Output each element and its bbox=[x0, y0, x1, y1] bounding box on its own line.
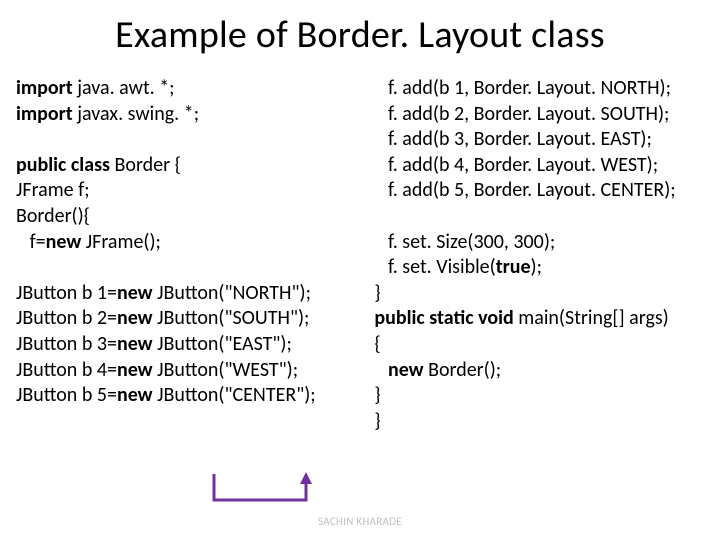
code-token: JButton b 2= bbox=[16, 306, 117, 330]
code-token: import bbox=[16, 76, 73, 100]
code-token: new bbox=[388, 358, 424, 382]
code-token: javax. swing. *; bbox=[73, 102, 199, 126]
slide-footer: SACHIN KHARADE bbox=[0, 515, 720, 528]
code-token: ); bbox=[531, 255, 542, 279]
code-token: f. add(b 5, Border. Layout. CENTER); bbox=[374, 178, 675, 202]
code-token: JButton b 4= bbox=[16, 358, 117, 382]
code-line: JButton b 1=new JButton("NORTH"); bbox=[16, 281, 374, 307]
code-line: f. add(b 3, Border. Layout. EAST); bbox=[374, 127, 712, 153]
code-token: JFrame(); bbox=[81, 230, 161, 254]
code-token: } bbox=[374, 409, 380, 433]
code-line: { bbox=[374, 332, 712, 358]
code-token: f. set. Visible( bbox=[374, 255, 495, 279]
code-token: JButton b 5= bbox=[16, 383, 117, 407]
code-token: true bbox=[496, 255, 531, 279]
code-token: Border { bbox=[115, 153, 181, 177]
code-token: JButton("SOUTH"); bbox=[153, 306, 310, 330]
code-line: } bbox=[374, 409, 712, 435]
code-token: java. awt. *; bbox=[73, 76, 175, 100]
code-token: JButton("EAST"); bbox=[153, 332, 292, 356]
code-line: JButton b 4=new JButton("WEST"); bbox=[16, 358, 374, 384]
code-right-column: f. add(b 1, Border. Layout. NORTH); f. a… bbox=[374, 76, 712, 434]
code-token: public static void bbox=[374, 306, 518, 330]
code-token: f. add(b 3, Border. Layout. EAST); bbox=[374, 127, 651, 151]
code-token: new bbox=[117, 358, 153, 382]
code-line: Border(){ bbox=[16, 204, 374, 230]
code-token: import bbox=[16, 102, 73, 126]
code-token: } bbox=[374, 383, 380, 407]
code-line: import java. awt. *; bbox=[16, 76, 374, 102]
code-line: } bbox=[374, 281, 712, 307]
code-token: new bbox=[117, 383, 153, 407]
code-line: f. add(b 5, Border. Layout. CENTER); bbox=[374, 178, 712, 204]
code-left-column: import java. awt. *;import javax. swing.… bbox=[16, 76, 374, 409]
code-token: f. add(b 2, Border. Layout. SOUTH); bbox=[374, 102, 669, 126]
code-line: JButton b 3=new JButton("EAST"); bbox=[16, 332, 374, 358]
code-token: JButton b 3= bbox=[16, 332, 117, 356]
code-token bbox=[374, 358, 388, 382]
code-line: JButton b 2=new JButton("SOUTH"); bbox=[16, 306, 374, 332]
slide-title: Example of Border. Layout class bbox=[0, 0, 720, 76]
code-line: f. set. Visible(true); bbox=[374, 255, 712, 281]
code-line: new Border(); bbox=[374, 358, 712, 384]
code-token: new bbox=[117, 332, 153, 356]
code-line bbox=[16, 255, 374, 281]
code-token: JButton("CENTER"); bbox=[153, 383, 316, 407]
code-line: JFrame f; bbox=[16, 178, 374, 204]
code-token: } bbox=[374, 281, 380, 305]
code-token: { bbox=[374, 332, 380, 356]
code-line: JButton b 5=new JButton("CENTER"); bbox=[16, 383, 374, 409]
code-line: f. add(b 4, Border. Layout. WEST); bbox=[374, 153, 712, 179]
code-line bbox=[16, 127, 374, 153]
code-token: Border(){ bbox=[16, 204, 90, 228]
code-line: f. add(b 2, Border. Layout. SOUTH); bbox=[374, 102, 712, 128]
code-token: f. add(b 4, Border. Layout. WEST); bbox=[374, 153, 658, 177]
code-line bbox=[374, 204, 712, 230]
code-line: f. add(b 1, Border. Layout. NORTH); bbox=[374, 76, 712, 102]
code-token: new bbox=[117, 306, 153, 330]
code-token: Border(); bbox=[424, 358, 502, 382]
code-token: JButton("WEST"); bbox=[153, 358, 299, 382]
code-line: public static void main(String[] args) bbox=[374, 306, 712, 332]
code-token: new bbox=[117, 281, 153, 305]
code-columns: import java. awt. *;import javax. swing.… bbox=[0, 76, 720, 434]
code-token: JButton b 1= bbox=[16, 281, 117, 305]
code-line: } bbox=[374, 383, 712, 409]
code-line: import javax. swing. *; bbox=[16, 102, 374, 128]
code-token: f= bbox=[16, 230, 46, 254]
code-token: JButton("NORTH"); bbox=[153, 281, 311, 305]
code-token: new bbox=[46, 230, 82, 254]
code-token: JFrame f; bbox=[16, 178, 90, 202]
code-token: f. add(b 1, Border. Layout. NORTH); bbox=[374, 76, 671, 100]
code-line: public class Border { bbox=[16, 153, 374, 179]
code-token: public class bbox=[16, 153, 115, 177]
callout-arrow bbox=[206, 470, 322, 512]
code-line: f=new JFrame(); bbox=[16, 230, 374, 256]
code-line: f. set. Size(300, 300); bbox=[374, 230, 712, 256]
code-token: main(String[] args) bbox=[518, 306, 668, 330]
code-token: f. set. Size(300, 300); bbox=[374, 230, 555, 254]
